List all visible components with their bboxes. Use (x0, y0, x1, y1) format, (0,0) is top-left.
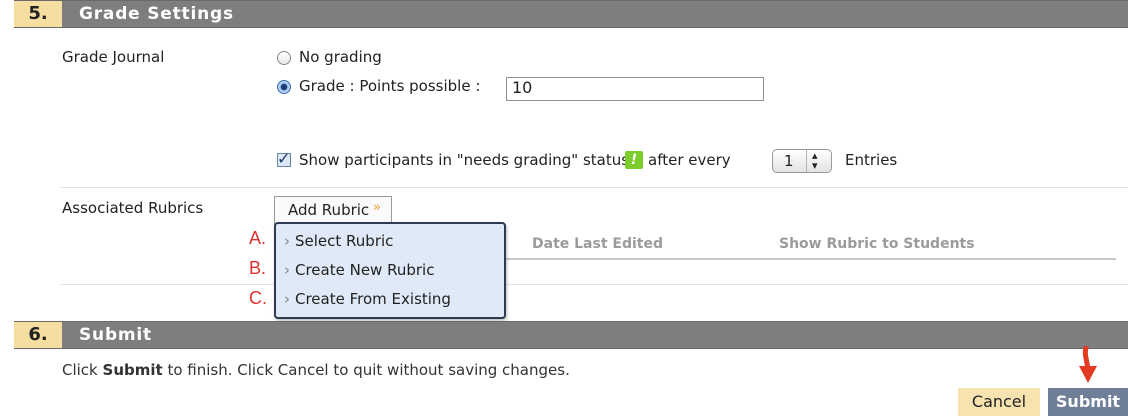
annotation-marker-b: B. (249, 258, 267, 278)
instruction-text: to finish. Click (162, 361, 278, 379)
instruction-cancel-word: Cancel (277, 361, 329, 379)
cancel-button[interactable]: Cancel (958, 388, 1040, 416)
needs-grading-icon: ! (625, 151, 643, 169)
select-arrows-icon (806, 150, 807, 172)
menu-item-create-new-rubric[interactable]: › Create New Rubric (284, 261, 434, 279)
updown-arrows-icon: ▴ ▾ (812, 149, 818, 172)
section-6-title: Submit (79, 325, 152, 345)
submit-instructions: Click Submit to finish. Click Cancel to … (62, 361, 570, 379)
checkmark-icon: ✓ (277, 149, 291, 168)
annotation-marker-a: A. (249, 228, 267, 248)
grade-points-label: Grade : Points possible : (299, 77, 481, 95)
section-divider (60, 187, 1128, 188)
no-grading-label: No grading (299, 48, 382, 66)
section-6-header: 6. Submit (14, 321, 1128, 349)
entries-select[interactable]: 1 ▴ ▾ (772, 149, 832, 173)
date-last-edited-header: Date Last Edited (532, 236, 663, 252)
submit-button[interactable]: Submit (1048, 388, 1128, 416)
section-bottom-divider (60, 284, 1128, 285)
chevron-right-icon: › (284, 232, 290, 250)
chevron-right-icon: › (284, 261, 290, 279)
chevron-down-icon: » (373, 200, 381, 215)
menu-item-label: Select Rubric (295, 232, 394, 250)
section-5-title: Grade Settings (79, 4, 234, 24)
grade-radio[interactable] (277, 80, 291, 94)
needs-grading-label: Show participants in "needs grading" sta… (299, 151, 630, 169)
red-down-arrow-icon (1079, 346, 1097, 383)
show-rubric-header: Show Rubric to Students (779, 236, 975, 252)
needs-grading-checkbox[interactable]: ✓ (277, 149, 291, 168)
add-rubric-label: Add Rubric (288, 201, 370, 219)
instruction-submit-word: Submit (102, 361, 163, 379)
rubric-dropdown-menu: › Select Rubric › Create New Rubric › Creat… (274, 222, 506, 319)
menu-item-create-from-existing[interactable]: › Create From Existing (284, 290, 451, 308)
annotation-marker-c: C. (249, 288, 267, 308)
page-left-edge (0, 0, 14, 416)
section-5-header: 5. Grade Settings (14, 0, 1128, 28)
menu-item-label: Create From Existing (295, 290, 451, 308)
grade-journal-label: Grade Journal (62, 48, 165, 66)
chevron-right-icon: › (284, 290, 290, 308)
instruction-text: Click (62, 361, 103, 379)
points-possible-input[interactable]: 10 (506, 77, 764, 101)
menu-item-label: Create New Rubric (295, 261, 435, 279)
associated-rubrics-label: Associated Rubrics (62, 199, 204, 217)
after-every-label: after every (648, 151, 731, 169)
section-5-number: 5. (14, 1, 62, 27)
add-rubric-button[interactable]: Add Rubric » (274, 196, 392, 224)
section-6-number: 6. (14, 322, 62, 348)
entries-label: Entries (845, 151, 898, 169)
no-grading-radio[interactable] (277, 51, 291, 65)
menu-item-select-rubric[interactable]: › Select Rubric (284, 232, 393, 250)
instruction-text: to quit without saving changes. (328, 361, 570, 379)
entries-select-value: 1 (784, 152, 794, 170)
